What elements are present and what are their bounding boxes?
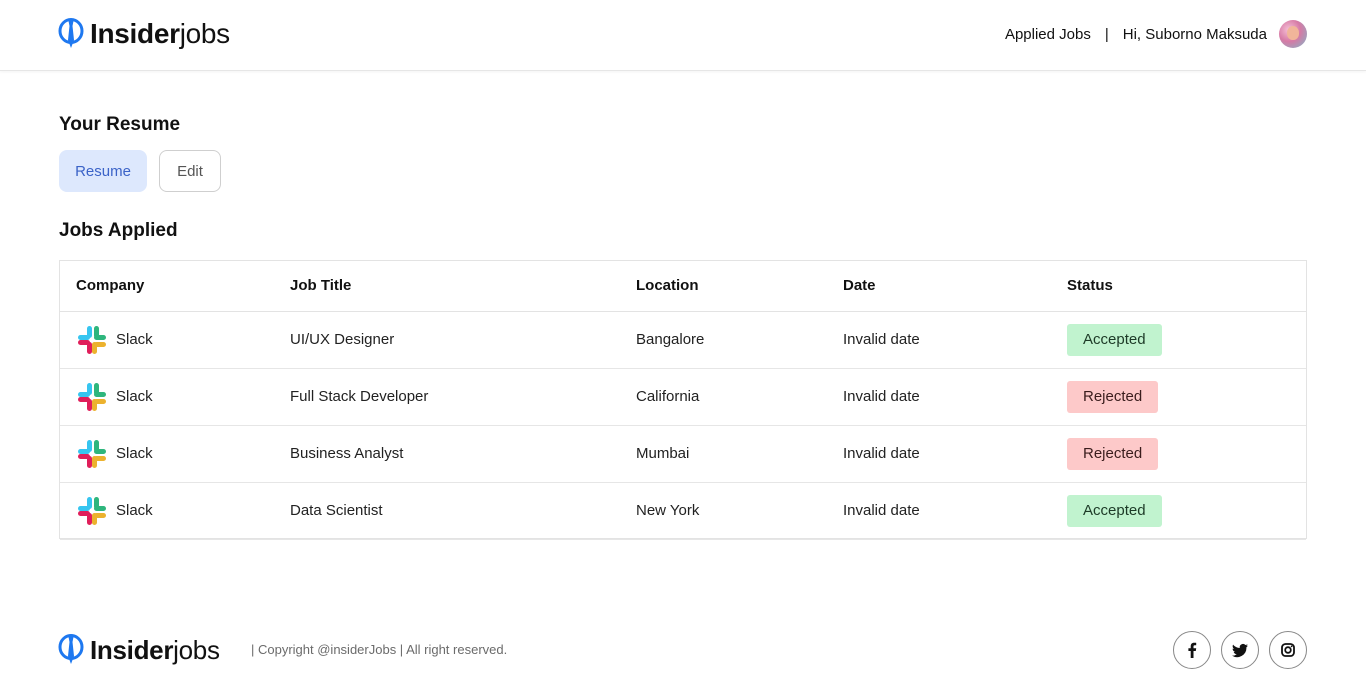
- status-badge: Rejected: [1067, 437, 1159, 470]
- slack-logo-icon: [78, 439, 106, 468]
- company-name: Slack: [116, 502, 153, 519]
- social-links: [1163, 631, 1307, 669]
- copyright-text: | Copyright @insiderJobs | All right res…: [251, 642, 508, 657]
- column-header-location: Location: [620, 261, 827, 312]
- footer-logo[interactable]: Insiderjobs: [58, 634, 220, 666]
- status-cell: Rejected: [1051, 425, 1306, 483]
- company-name: Slack: [116, 388, 153, 405]
- job-title-cell: Full Stack Developer: [275, 368, 620, 426]
- resume-section-title: Your Resume: [59, 114, 181, 135]
- slack-logo-icon: [78, 382, 106, 411]
- date-cell: Invalid date: [827, 368, 1051, 426]
- column-header-company: Company: [60, 261, 275, 312]
- jobs-applied-title: Jobs Applied: [59, 220, 178, 241]
- status-badge: Accepted: [1067, 323, 1162, 356]
- slack-logo-icon: [78, 325, 106, 354]
- avatar[interactable]: [1279, 20, 1307, 48]
- location-cell: Mumbai: [620, 425, 827, 483]
- status-cell: Accepted: [1051, 482, 1306, 540]
- user-nav: Applied Jobs | Hi, Suborno Maksuda: [1005, 20, 1307, 48]
- table-row: Slack Data Scientist New York Invalid da…: [60, 482, 1306, 540]
- twitter-icon[interactable]: [1221, 631, 1259, 669]
- company-cell: Slack: [60, 368, 275, 426]
- company-cell: Slack: [60, 482, 275, 540]
- edit-resume-button[interactable]: Edit: [159, 150, 221, 192]
- facebook-icon[interactable]: [1173, 631, 1211, 669]
- nav-separator: |: [1104, 25, 1109, 43]
- table-row: Slack Business Analyst Mumbai Invalid da…: [60, 425, 1306, 483]
- status-cell: Accepted: [1051, 311, 1306, 369]
- instagram-icon[interactable]: [1269, 631, 1307, 669]
- table-row: Slack UI/UX Designer Bangalore Invalid d…: [60, 311, 1306, 369]
- location-cell: New York: [620, 482, 827, 540]
- company-name: Slack: [116, 331, 153, 348]
- column-header-date: Date: [827, 261, 1051, 312]
- job-title-cell: Data Scientist: [275, 482, 620, 540]
- resume-button[interactable]: Resume: [59, 150, 147, 192]
- job-title-cell: UI/UX Designer: [275, 311, 620, 369]
- date-cell: Invalid date: [827, 425, 1051, 483]
- column-header-status: Status: [1051, 261, 1306, 312]
- table-row: Slack Full Stack Developer California In…: [60, 368, 1306, 426]
- job-title-cell: Business Analyst: [275, 425, 620, 483]
- table-header-row: Company Job Title Location Date Status: [60, 261, 1306, 312]
- jobs-applied-table: Company Job Title Location Date Status S…: [59, 260, 1307, 540]
- company-name: Slack: [116, 445, 153, 462]
- navbar: Insiderjobs Applied Jobs | Hi, Suborno M…: [0, 0, 1366, 71]
- company-cell: Slack: [60, 425, 275, 483]
- location-cell: California: [620, 368, 827, 426]
- logo-mark-icon: [58, 634, 84, 664]
- site-logo[interactable]: Insiderjobs: [58, 18, 230, 50]
- date-cell: Invalid date: [827, 311, 1051, 369]
- status-cell: Rejected: [1051, 368, 1306, 426]
- logo-wordmark: Insiderjobs: [90, 18, 230, 49]
- logo-wordmark: Insiderjobs: [90, 635, 220, 665]
- company-cell: Slack: [60, 311, 275, 369]
- column-header-job-title: Job Title: [275, 261, 620, 312]
- user-greeting: Hi, Suborno Maksuda: [1122, 25, 1267, 43]
- status-badge: Rejected: [1067, 380, 1159, 413]
- location-cell: Bangalore: [620, 311, 827, 369]
- status-badge: Accepted: [1067, 494, 1162, 527]
- slack-logo-icon: [78, 496, 106, 525]
- logo-mark-icon: [58, 18, 84, 48]
- applied-jobs-link[interactable]: Applied Jobs: [1005, 26, 1091, 43]
- date-cell: Invalid date: [827, 482, 1051, 540]
